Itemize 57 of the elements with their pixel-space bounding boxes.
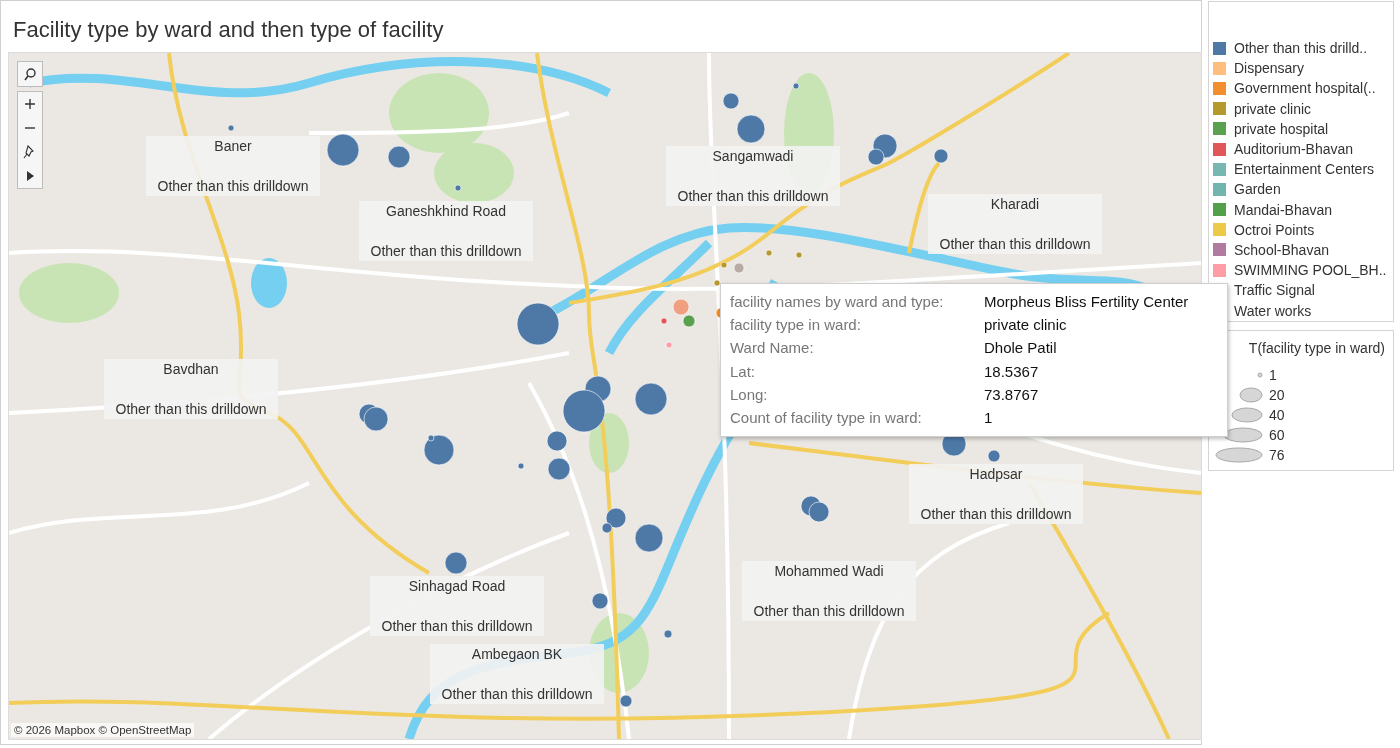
annotation-title: Ambegaon BK bbox=[471, 646, 563, 662]
search-icon bbox=[23, 67, 37, 81]
tooltip-value: Dhole Patil bbox=[984, 339, 1058, 359]
annotation-text: Other than this drilldown bbox=[677, 188, 829, 204]
legend-label: SWIMMING POOL_BH.. bbox=[1234, 262, 1387, 279]
tooltip-value: 1 bbox=[984, 408, 994, 428]
legend-label: Octroi Points bbox=[1234, 221, 1315, 238]
legend-label: 60 bbox=[1269, 427, 1285, 444]
dashboard-title: Facility type by ward and then type of facility bbox=[12, 16, 445, 44]
legend-label: 20 bbox=[1269, 386, 1285, 403]
tooltip-value: private clinic bbox=[984, 316, 1068, 336]
annotation-title: Sinhagad Road bbox=[408, 578, 506, 594]
size-shape-icon bbox=[1215, 447, 1263, 464]
size-shape-icon bbox=[1231, 407, 1263, 424]
tooltip-label: facility names by ward and type: bbox=[730, 293, 945, 312]
tooltip-value: 73.8767 bbox=[984, 385, 1040, 405]
legend-label: Other than this drilld.. bbox=[1234, 40, 1368, 57]
legend-label: Government hospital(.. bbox=[1234, 80, 1376, 97]
tooltip-label: Count of facility type in ward: bbox=[730, 408, 923, 428]
legend-label: School-Bhavan bbox=[1234, 241, 1329, 258]
annotation-title: Mohammed Wadi bbox=[774, 563, 884, 579]
legend-label: private hospital bbox=[1234, 120, 1329, 137]
size-shape-icon bbox=[1239, 386, 1263, 403]
annotation-text: Other than this drilldown bbox=[441, 686, 593, 702]
annotation-title: Bavdhan bbox=[163, 361, 219, 377]
zoom-in-icon bbox=[23, 97, 37, 111]
tooltip-label: facility type in ward: bbox=[730, 316, 862, 336]
annotation-title: Hadpsar bbox=[969, 466, 1023, 482]
map-attribution: © 2026 Mapbox © OpenStreetMap bbox=[11, 723, 195, 737]
legend-label: 40 bbox=[1269, 407, 1285, 424]
annotation-text: Other than this drilldown bbox=[939, 236, 1091, 252]
annotation-title: Baner bbox=[214, 138, 252, 154]
annotation-text: Other than this drilldown bbox=[115, 401, 267, 417]
legend-label: 1 bbox=[1269, 366, 1277, 383]
legend-title: T(facility type in ward) bbox=[1248, 339, 1385, 356]
annotation-text: Other than this drilldown bbox=[920, 506, 1072, 522]
tooltip-label: Ward Name: bbox=[730, 339, 815, 359]
annotation-text: Other than this drilldown bbox=[157, 178, 309, 194]
annotation-title: Kharadi bbox=[990, 196, 1040, 212]
tooltip-label: Long: bbox=[730, 385, 769, 405]
legend-label: Auditorium-Bhavan bbox=[1234, 141, 1354, 158]
tooltip-value: 18.5367 bbox=[984, 362, 1040, 382]
legend-label: private clinic bbox=[1234, 100, 1312, 117]
tooltip-label: Lat: bbox=[730, 362, 757, 382]
annotation-text: Other than this drilldown bbox=[370, 243, 522, 259]
annotation-text: Other than this drilldown bbox=[753, 603, 905, 619]
tooltip-value: Morpheus Bliss Fertility Center bbox=[984, 293, 1190, 312]
legend-label: Mandai-Bhavan bbox=[1234, 201, 1333, 218]
legend-label: Garden bbox=[1234, 181, 1281, 198]
legend-label: Entertainment Centers bbox=[1234, 161, 1375, 178]
annotation-title: Ganeshkhind Road bbox=[386, 203, 506, 219]
annotation-text: Other than this drilldown bbox=[381, 618, 533, 634]
annotation-title: Sangamwadi bbox=[712, 148, 794, 164]
legend-label: Dispensary bbox=[1234, 60, 1305, 77]
legend-label: 76 bbox=[1269, 447, 1285, 464]
legend-label: Water works bbox=[1234, 302, 1312, 319]
legend-label: Traffic Signal bbox=[1234, 282, 1315, 299]
